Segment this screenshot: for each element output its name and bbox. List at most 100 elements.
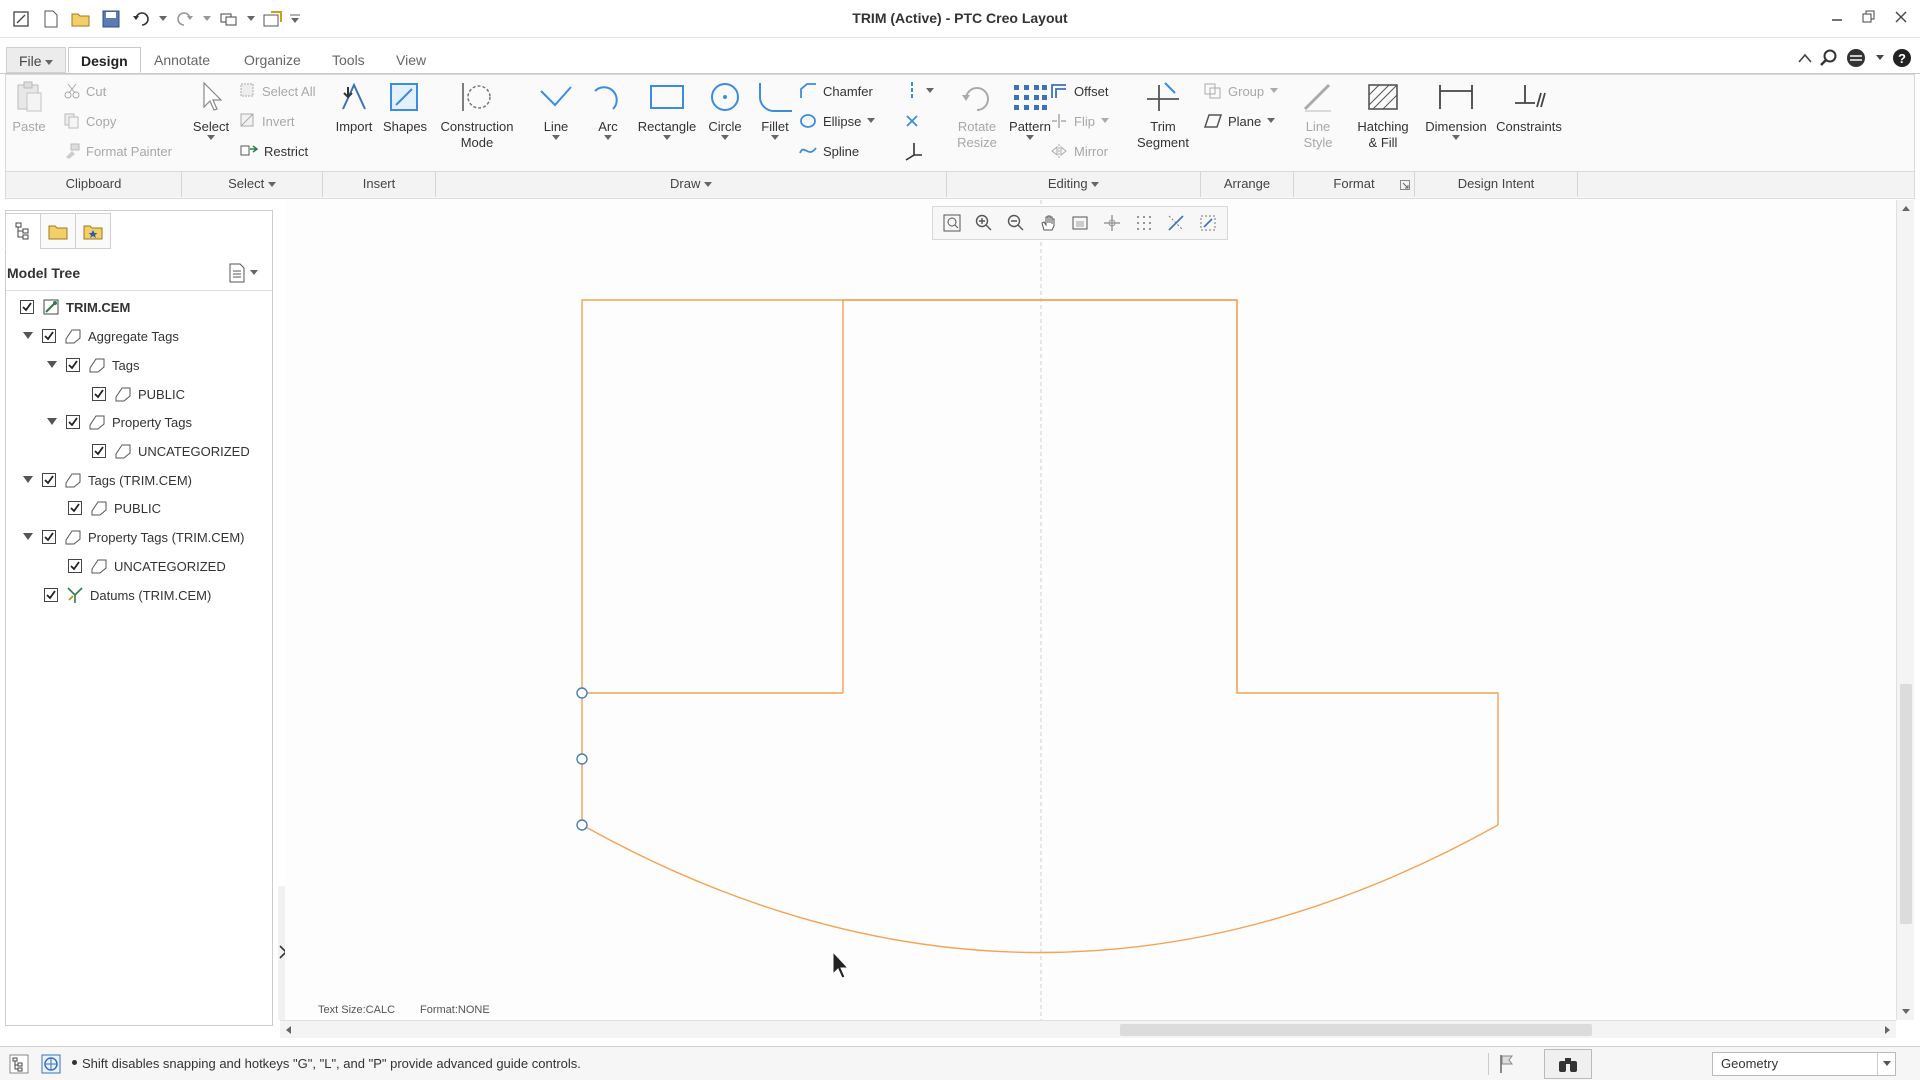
- visibility-checkbox[interactable]: [42, 329, 56, 343]
- import-button[interactable]: Import: [332, 81, 376, 135]
- horizontal-scrollbar[interactable]: [280, 1020, 1896, 1038]
- mirror-button[interactable]: Mirror: [1050, 139, 1108, 163]
- tree-item-public-trim[interactable]: PUBLIC: [68, 497, 161, 519]
- tree-item-public[interactable]: PUBLIC: [92, 383, 185, 405]
- selection-filter-dropdown[interactable]: Geometry: [1712, 1052, 1896, 1076]
- pan-hand-icon[interactable]: [1033, 209, 1063, 237]
- trim-segment-button[interactable]: Trim Segment: [1132, 81, 1194, 151]
- constraints-button[interactable]: Constraints: [1490, 81, 1568, 135]
- group-label-editing[interactable]: Editing: [947, 175, 1200, 193]
- chevron-down-icon[interactable]: [1877, 1053, 1895, 1075]
- tree-item-uncategorized[interactable]: UNCATEGORIZED: [92, 440, 250, 462]
- tree-item-trim-cem[interactable]: TRIM.CEM: [20, 296, 130, 318]
- tab-tools[interactable]: Tools: [320, 47, 377, 73]
- horizontal-scroll-thumb[interactable]: [1120, 1024, 1592, 1036]
- construction-mode-button[interactable]: Construction Mode: [438, 81, 516, 151]
- visibility-checkbox[interactable]: [68, 559, 82, 573]
- visibility-checkbox[interactable]: [42, 530, 56, 544]
- circle-button[interactable]: Circle: [702, 81, 748, 147]
- find-button[interactable]: [1544, 1049, 1592, 1079]
- spline-button[interactable]: Spline: [799, 139, 859, 163]
- minimize-icon[interactable]: [1824, 4, 1850, 30]
- expand-triangle-icon[interactable]: [20, 526, 36, 548]
- offset-button[interactable]: Offset: [1050, 79, 1108, 103]
- visibility-checkbox[interactable]: [68, 501, 82, 515]
- dimension-button[interactable]: Dimension: [1420, 81, 1492, 147]
- model-tree-tab-icon[interactable]: [5, 213, 41, 249]
- tab-file[interactable]: File: [6, 47, 67, 73]
- refit-icon[interactable]: [937, 209, 967, 237]
- scroll-left-icon[interactable]: [282, 1021, 296, 1039]
- help-icon[interactable]: ?: [1892, 48, 1912, 68]
- restrict-button[interactable]: Restrict: [240, 139, 308, 163]
- visibility-checkbox[interactable]: [20, 300, 34, 314]
- zoom-in-icon[interactable]: [969, 209, 999, 237]
- tab-annotate[interactable]: Annotate: [142, 47, 222, 73]
- flag-icon[interactable]: [1498, 1054, 1514, 1077]
- sketch-profile[interactable]: [581, 299, 1238, 693]
- tree-item-property-tags[interactable]: Property Tags: [44, 411, 192, 433]
- favorites-tab-icon[interactable]: [75, 213, 111, 249]
- folder-browser-tab-icon[interactable]: [40, 213, 76, 249]
- restore-icon[interactable]: [1856, 4, 1882, 30]
- scroll-right-icon[interactable]: [1880, 1021, 1894, 1039]
- grid-display-icon[interactable]: [1129, 209, 1159, 237]
- visibility-checkbox[interactable]: [66, 415, 80, 429]
- tab-organize[interactable]: Organize: [232, 47, 313, 73]
- cut-button[interactable]: Cut: [64, 79, 106, 103]
- chamfer-button[interactable]: Chamfer: [799, 79, 873, 103]
- chevron-down-icon[interactable]: [1876, 55, 1884, 61]
- visibility-checkbox[interactable]: [44, 588, 58, 602]
- flip-button[interactable]: Flip: [1050, 109, 1109, 133]
- scroll-up-icon[interactable]: [1897, 202, 1915, 216]
- scroll-down-icon[interactable]: [1897, 1004, 1915, 1018]
- rotate-resize-button[interactable]: Rotate Resize: [950, 81, 1004, 151]
- datum-display-icon[interactable]: [1097, 209, 1127, 237]
- select-all-button[interactable]: Select All: [240, 79, 315, 103]
- arc-button[interactable]: Arc: [590, 81, 626, 147]
- tree-item-aggregate-tags[interactable]: Aggregate Tags: [20, 325, 179, 347]
- group-button[interactable]: Group: [1204, 79, 1279, 103]
- navigator-toggle-icon[interactable]: [8, 1053, 30, 1078]
- tree-settings-button[interactable]: [228, 263, 258, 283]
- snap-settings-icon[interactable]: [1193, 209, 1223, 237]
- tree-item-tags[interactable]: Tags: [44, 354, 139, 376]
- tree-item-property-tags-trim[interactable]: Property Tags (TRIM.CEM): [20, 526, 245, 548]
- saved-views-icon[interactable]: [1065, 209, 1095, 237]
- line-button[interactable]: Line: [536, 81, 576, 147]
- zoom-out-icon[interactable]: [1001, 209, 1031, 237]
- paste-button[interactable]: Paste: [12, 81, 46, 135]
- expand-triangle-icon[interactable]: [20, 325, 36, 347]
- search-icon[interactable]: [1820, 49, 1838, 67]
- copy-button[interactable]: Copy: [64, 109, 116, 133]
- format-dialog-launcher-icon[interactable]: [1400, 178, 1410, 193]
- graphics-canvas[interactable]: Text Size:CALC Format:NONE: [285, 200, 1900, 1022]
- group-label-draw[interactable]: Draw: [436, 175, 946, 193]
- ellipse-button[interactable]: Ellipse: [799, 109, 876, 133]
- expand-triangle-icon[interactable]: [44, 411, 60, 433]
- point-button[interactable]: [904, 109, 920, 133]
- coordinate-system-button[interactable]: [904, 139, 924, 163]
- tree-item-uncategorized-trim[interactable]: UNCATEGORIZED: [68, 555, 226, 577]
- vertical-scrollbar[interactable]: [1896, 200, 1914, 1020]
- hatching-fill-button[interactable]: Hatching & Fill: [1352, 81, 1414, 151]
- expand-triangle-icon[interactable]: [20, 469, 36, 491]
- visibility-checkbox[interactable]: [42, 473, 56, 487]
- tree-item-tags-trim[interactable]: Tags (TRIM.CEM): [20, 469, 192, 491]
- shapes-button[interactable]: Shapes: [380, 81, 430, 135]
- minimize-ribbon-icon[interactable]: [1798, 53, 1812, 63]
- visibility-checkbox[interactable]: [92, 444, 106, 458]
- centerline-button[interactable]: [904, 79, 934, 103]
- sketch-graphics[interactable]: [285, 200, 1900, 1022]
- invert-button[interactable]: Invert: [240, 109, 295, 133]
- group-label-select[interactable]: Select: [182, 175, 322, 193]
- vertical-scroll-thumb[interactable]: [1900, 684, 1912, 924]
- plane-button[interactable]: Plane: [1204, 109, 1276, 133]
- ptc-community-icon[interactable]: [1846, 48, 1868, 68]
- select-button[interactable]: Select: [188, 81, 234, 147]
- fillet-button[interactable]: Fillet: [752, 81, 798, 147]
- tab-view[interactable]: View: [384, 47, 438, 73]
- expand-triangle-icon[interactable]: [44, 354, 60, 376]
- tree-item-datums-trim[interactable]: Datums (TRIM.CEM): [44, 584, 211, 606]
- line-style-button[interactable]: Line Style: [1296, 81, 1340, 151]
